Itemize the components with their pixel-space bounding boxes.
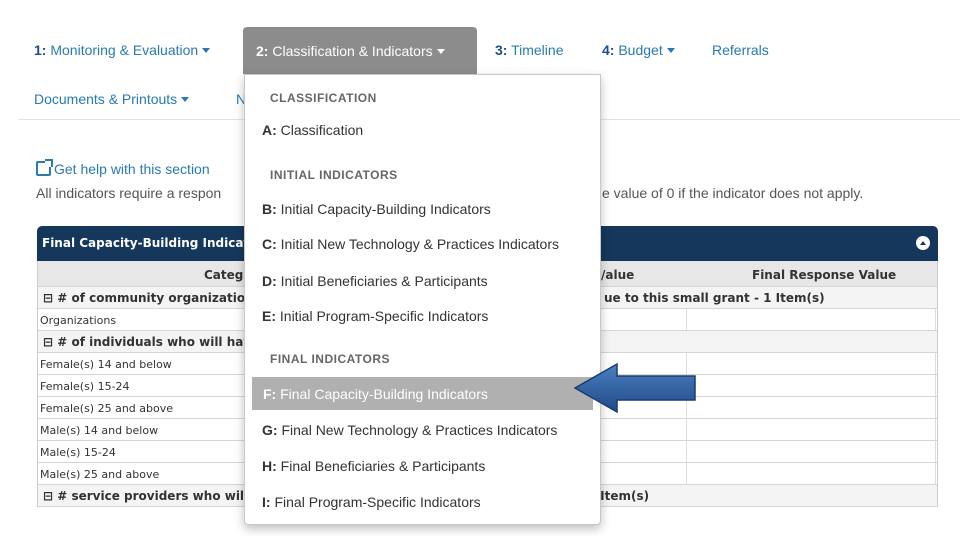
nav-budget[interactable]: 4: Budget (602, 42, 675, 58)
menu-item-classification[interactable]: A: Classification (262, 122, 363, 138)
menu-item-initial-program-specific[interactable]: E: Initial Program-Specific Indicators (262, 308, 488, 324)
section-heading-initial-indicators: INITIAL INDICATORS (270, 168, 398, 182)
caret-down-icon (181, 97, 190, 102)
col-header-final-response[interactable]: Final Response Value (752, 268, 896, 282)
caret-down-icon (666, 48, 675, 53)
final-response-cell[interactable] (686, 463, 936, 484)
menu-item-initial-capacity-building[interactable]: B: Initial Capacity-Building Indicators (262, 201, 491, 217)
help-text-continued: e value of 0 if the indicator does not a… (602, 185, 864, 201)
final-response-cell[interactable] (686, 441, 936, 462)
menu-item-initial-new-technology[interactable]: C: Initial New Technology & Practices In… (262, 236, 559, 252)
col-header-category[interactable]: Categ (204, 268, 243, 282)
final-response-cell[interactable] (686, 419, 936, 440)
nav-documents-printouts[interactable]: Documents & Printouts (34, 91, 190, 107)
final-response-cell[interactable] (686, 353, 936, 374)
final-response-cell[interactable] (686, 375, 936, 396)
nav-classification-indicators[interactable]: 2: Classification & Indicators (243, 27, 477, 74)
section-heading-classification: CLASSIFICATION (270, 91, 377, 105)
external-link-icon (36, 159, 53, 176)
collapse-icon[interactable] (916, 236, 930, 250)
nav-monitoring-evaluation[interactable]: 1: Monitoring & Evaluation (34, 42, 211, 58)
nav-referrals[interactable]: Referrals (712, 42, 769, 58)
pointer-arrow-icon (573, 362, 696, 414)
menu-item-final-beneficiaries[interactable]: H: Final Beneficiaries & Participants (262, 458, 485, 474)
nav-timeline[interactable]: 3: Timeline (495, 42, 563, 58)
help-link[interactable]: Get help with this section (36, 159, 210, 177)
classification-dropdown-menu: CLASSIFICATION A: Classification INITIAL… (244, 74, 601, 525)
help-text: All indicators require a respon (36, 185, 222, 201)
menu-item-final-program-specific[interactable]: I: Final Program-Specific Indicators (262, 494, 481, 510)
col-header-value[interactable]: /alue (601, 268, 634, 282)
final-response-cell[interactable] (686, 309, 936, 330)
menu-item-final-new-technology[interactable]: G: Final New Technology & Practices Indi… (262, 422, 557, 438)
caret-down-icon (202, 48, 211, 53)
menu-item-final-capacity-building[interactable]: F: Final Capacity-Building Indicators (252, 377, 593, 410)
panel-title: Final Capacity-Building Indicato (42, 236, 258, 250)
final-response-cell[interactable] (686, 397, 936, 418)
caret-down-icon (436, 49, 445, 54)
section-heading-final-indicators: FINAL INDICATORS (270, 352, 391, 366)
menu-item-initial-beneficiaries[interactable]: D: Initial Beneficiaries & Participants (262, 273, 488, 289)
